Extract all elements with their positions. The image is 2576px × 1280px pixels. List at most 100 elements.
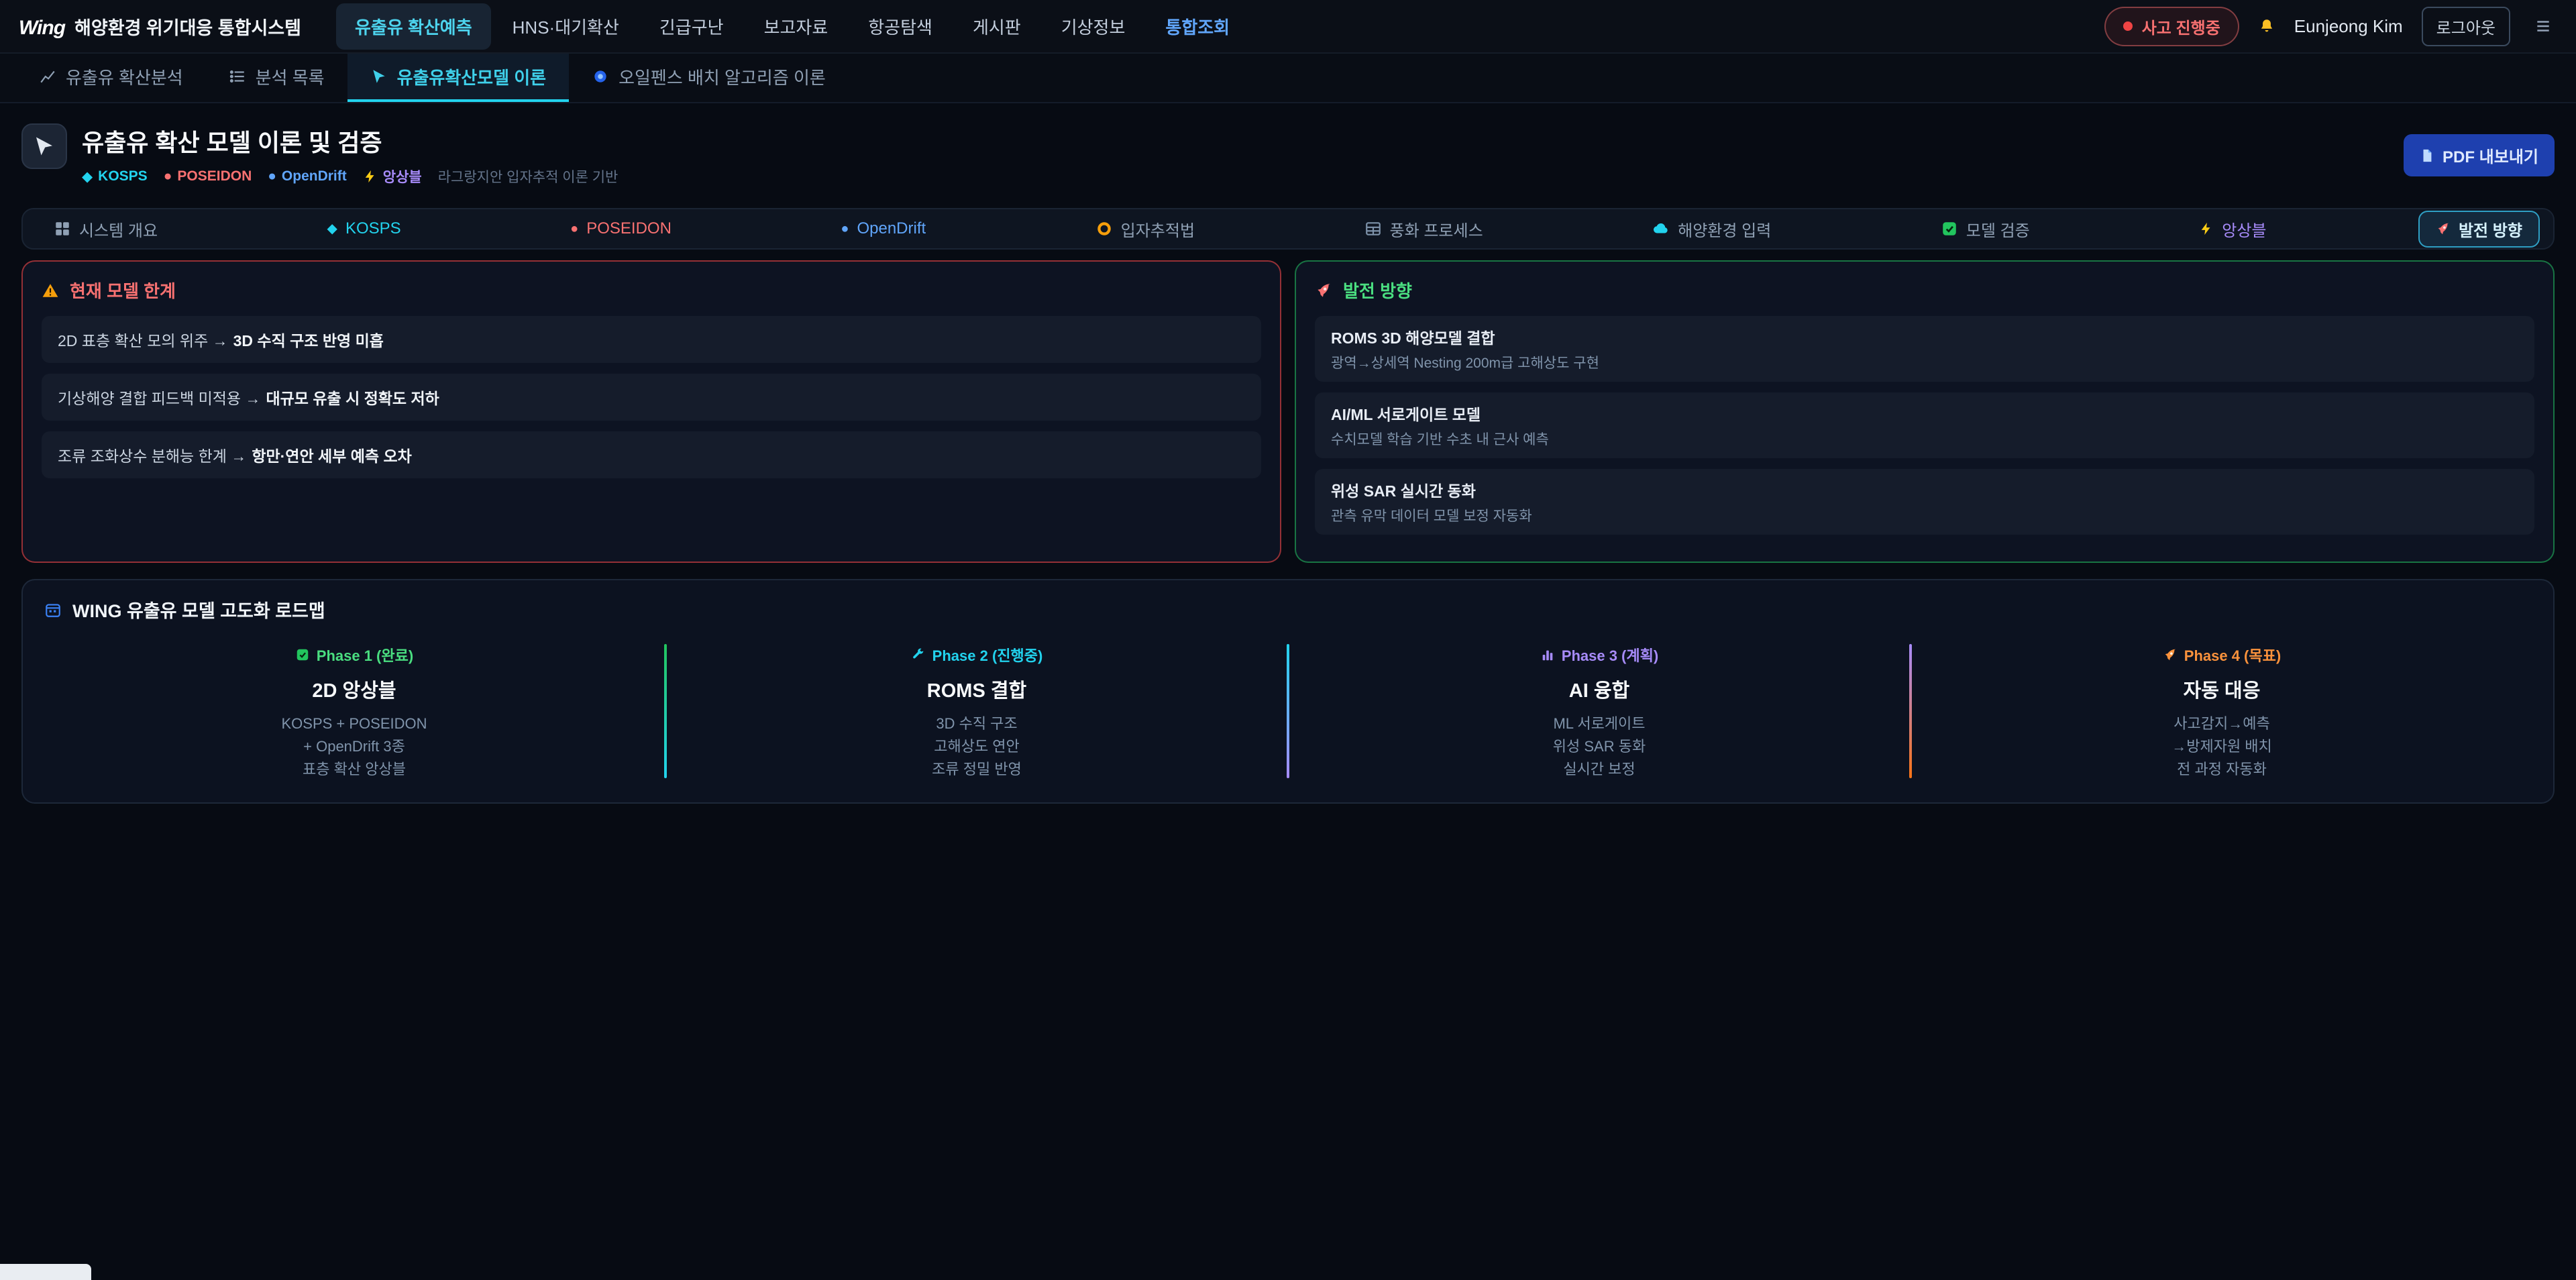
roadmap-header: WING 유출유 모델 고도화 로드맵 <box>44 596 2532 623</box>
app-title: 해양환경 위기대응 통합시스템 <box>74 13 301 40</box>
rocket-icon <box>2163 647 2178 662</box>
diamond-icon: ◆ <box>82 168 93 185</box>
cloud-icon <box>1652 220 1670 237</box>
section-tab-model-validation[interactable]: 모델 검증 <box>1923 211 2047 248</box>
roadmap-phase-1: Phase 1 (완료) 2D 앙상블 KOSPS + POSEIDON + O… <box>44 641 664 781</box>
circle-icon: ● <box>268 168 276 184</box>
future-row: 위성 SAR 실시간 동화 관측 유막 데이터 모델 보정 자동화 <box>1315 469 2534 535</box>
lightning-icon <box>2199 221 2214 236</box>
roadmap-phase-4: Phase 4 (목표) 자동 대응 사고감지→예측 →방제자원 배치 전 과정… <box>1912 641 2532 781</box>
limits-card-title: 현재 모델 한계 <box>70 278 176 303</box>
topbar-right-cluster: 사고 진행중 Eunjeong Kim 로그아웃 <box>2104 7 2557 46</box>
notification-bell-button[interactable] <box>2258 17 2275 35</box>
nav-item-aerial-search[interactable]: 항공탐색 <box>849 3 951 50</box>
tab-spill-model-theory[interactable]: 유출유확산모델 이론 <box>347 54 570 102</box>
phase-line: →방제자원 배치 <box>1912 735 2532 758</box>
section-tab-ensemble[interactable]: 앙상블 <box>2182 211 2284 248</box>
section-tab-label: 시스템 개요 <box>79 217 158 241</box>
phase-badge: Phase 4 (목표) <box>1912 644 2532 665</box>
chart-line-icon <box>39 68 56 85</box>
current-model-limits-card: 현재 모델 한계 2D 표층 확산 모의 위주 →3D 수직 구조 반영 미흡 … <box>21 260 1281 563</box>
list-icon <box>229 68 246 85</box>
section-tab-label: 발전 방향 <box>2459 217 2522 241</box>
badge-opendrift: ● OpenDrift <box>268 168 347 184</box>
tab-analysis-list[interactable]: 분석 목록 <box>206 54 347 102</box>
document-icon <box>2420 148 2434 163</box>
limit-row: 2D 표층 확산 모의 위주 →3D 수직 구조 반영 미흡 <box>42 316 1261 363</box>
page-header-text: 유출유 확산 모델 이론 및 검증 ◆ KOSPS ● POSEIDON ● O… <box>82 123 618 186</box>
section-tab-bar: 시스템 개요 ◆ KOSPS ● POSEIDON ● OpenDrift 입자… <box>21 208 2555 250</box>
nav-item-reports[interactable]: 보고자료 <box>745 3 847 50</box>
rocket-icon <box>1315 282 1332 299</box>
roadmap-phase-2: Phase 2 (진행중) ROMS 결합 3D 수직 구조 고해상도 연안 조… <box>667 641 1287 781</box>
section-tab-label: POSEIDON <box>586 219 672 238</box>
top-navigation-bar: Wing 해양환경 위기대응 통합시스템 유출유 확산예측 HNS·대기확산 긴… <box>0 0 2576 54</box>
future-row-title: AI/ML 서로게이트 모델 <box>1331 402 2518 425</box>
phase-line: 조류 정밀 반영 <box>667 758 1287 781</box>
future-row: AI/ML 서로게이트 모델 수치모델 학습 기반 수초 내 근사 예측 <box>1315 392 2534 458</box>
table-icon <box>1364 220 1382 237</box>
phase-badge-label: Phase 4 (목표) <box>2184 644 2281 665</box>
future-row-title: 위성 SAR 실시간 동화 <box>1331 478 2518 501</box>
section-tab-weathering-process[interactable]: 풍화 프로세스 <box>1347 211 1501 248</box>
roadmap-card: WING 유출유 모델 고도화 로드맵 Phase 1 (완료) 2D 앙상블 … <box>21 579 2555 804</box>
nav-item-hns-atmospheric[interactable]: HNS·대기확산 <box>494 3 638 50</box>
limit-row: 조류 조화상수 분해능 한계 →항만·연안 세부 예측 오차 <box>42 431 1261 478</box>
section-tab-opendrift[interactable]: ● OpenDrift <box>823 213 943 245</box>
tab-label: 유출유 확산분석 <box>66 64 183 89</box>
limit-text-bold: 3D 수직 구조 반영 미흡 <box>233 332 384 350</box>
nav-item-integrated-search[interactable]: 통합조회 <box>1146 3 1248 50</box>
nav-item-board[interactable]: 게시판 <box>954 3 1040 50</box>
badge-ensemble: 앙상블 <box>363 166 422 186</box>
section-tab-kosps[interactable]: ◆ KOSPS <box>310 213 419 245</box>
calendar-icon <box>44 601 62 619</box>
phase-line: 표층 확산 앙상블 <box>44 758 664 781</box>
pdf-export-button[interactable]: PDF 내보내기 <box>2404 134 2555 176</box>
incident-dot-icon <box>2123 21 2133 31</box>
roadmap-title: WING 유출유 모델 고도화 로드맵 <box>72 596 325 623</box>
phase-title: AI 융합 <box>1289 675 1909 703</box>
future-row-desc: 수치모델 학습 기반 수초 내 근사 예측 <box>1331 429 2518 449</box>
phase-line: 실시간 보정 <box>1289 758 1909 781</box>
bar-chart-icon <box>1540 647 1555 662</box>
badge-label: OpenDrift <box>282 168 347 184</box>
cursor-icon <box>32 134 56 158</box>
future-row-title: ROMS 3D 해양모델 결합 <box>1331 325 2518 348</box>
circle-icon: ● <box>841 222 849 235</box>
limit-text: 조류 조화상수 분해능 한계 → <box>58 447 246 465</box>
phase-title: ROMS 결합 <box>667 675 1287 703</box>
badge-label: POSEIDON <box>177 168 252 184</box>
roadmap-phase-3: Phase 3 (계획) AI 융합 ML 서로게이트 위성 SAR 동화 실시… <box>1289 641 1909 781</box>
section-tab-ocean-environment-input[interactable]: 해양환경 입력 <box>1635 211 1788 248</box>
phase-line: 3D 수직 구조 <box>667 712 1287 735</box>
sub-tab-bar: 유출유 확산분석 분석 목록 유출유확산모델 이론 오일펜스 배치 알고리즘 이… <box>0 54 2576 103</box>
section-tab-particle-tracking[interactable]: 입자추적법 <box>1078 211 1212 248</box>
section-tab-label: 입자추적법 <box>1121 217 1195 241</box>
rocket-icon <box>2436 221 2451 236</box>
page-header: 유출유 확산 모델 이론 및 검증 ◆ KOSPS ● POSEIDON ● O… <box>0 103 2576 197</box>
page-subtitle: 라그랑지안 입자추적 이론 기반 <box>438 166 619 186</box>
user-name: Eunjeong Kim <box>2294 16 2403 37</box>
logout-button[interactable]: 로그아웃 <box>2422 7 2510 46</box>
nav-item-oil-spill-prediction[interactable]: 유출유 확산예측 <box>336 3 491 50</box>
section-tab-label: OpenDrift <box>857 219 926 238</box>
section-tab-poseidon[interactable]: ● POSEIDON <box>553 213 689 245</box>
menu-button[interactable] <box>2529 12 2557 40</box>
nav-item-weather-info[interactable]: 기상정보 <box>1042 3 1144 50</box>
limit-text-bold: 대규모 유출 시 정확도 저하 <box>266 390 439 407</box>
blue-circle-icon <box>592 68 609 85</box>
section-tab-system-overview[interactable]: 시스템 개요 <box>36 211 175 248</box>
page-icon-box <box>21 123 67 169</box>
future-row-desc: 광역→상세역 Nesting 200m급 고해상도 구현 <box>1331 352 2518 372</box>
nav-item-emergency-rescue[interactable]: 긴급구난 <box>641 3 743 50</box>
hamburger-icon <box>2534 17 2552 35</box>
content-cards: 현재 모델 한계 2D 표층 확산 모의 위주 →3D 수직 구조 반영 미흡 … <box>21 260 2555 563</box>
tab-oil-fence-algorithm-theory[interactable]: 오일펜스 배치 알고리즘 이론 <box>569 54 849 102</box>
page-title: 유출유 확산 모델 이론 및 검증 <box>82 123 618 158</box>
tab-spill-analysis[interactable]: 유출유 확산분석 <box>16 54 206 102</box>
section-tab-future-direction[interactable]: 발전 방향 <box>2418 211 2540 248</box>
section-tab-label: 모델 검증 <box>1966 217 2030 241</box>
tab-label: 유출유확산모델 이론 <box>397 64 547 89</box>
future-row: ROMS 3D 해양모델 결합 광역→상세역 Nesting 200m급 고해상… <box>1315 316 2534 382</box>
incident-status-badge[interactable]: 사고 진행중 <box>2104 7 2239 46</box>
